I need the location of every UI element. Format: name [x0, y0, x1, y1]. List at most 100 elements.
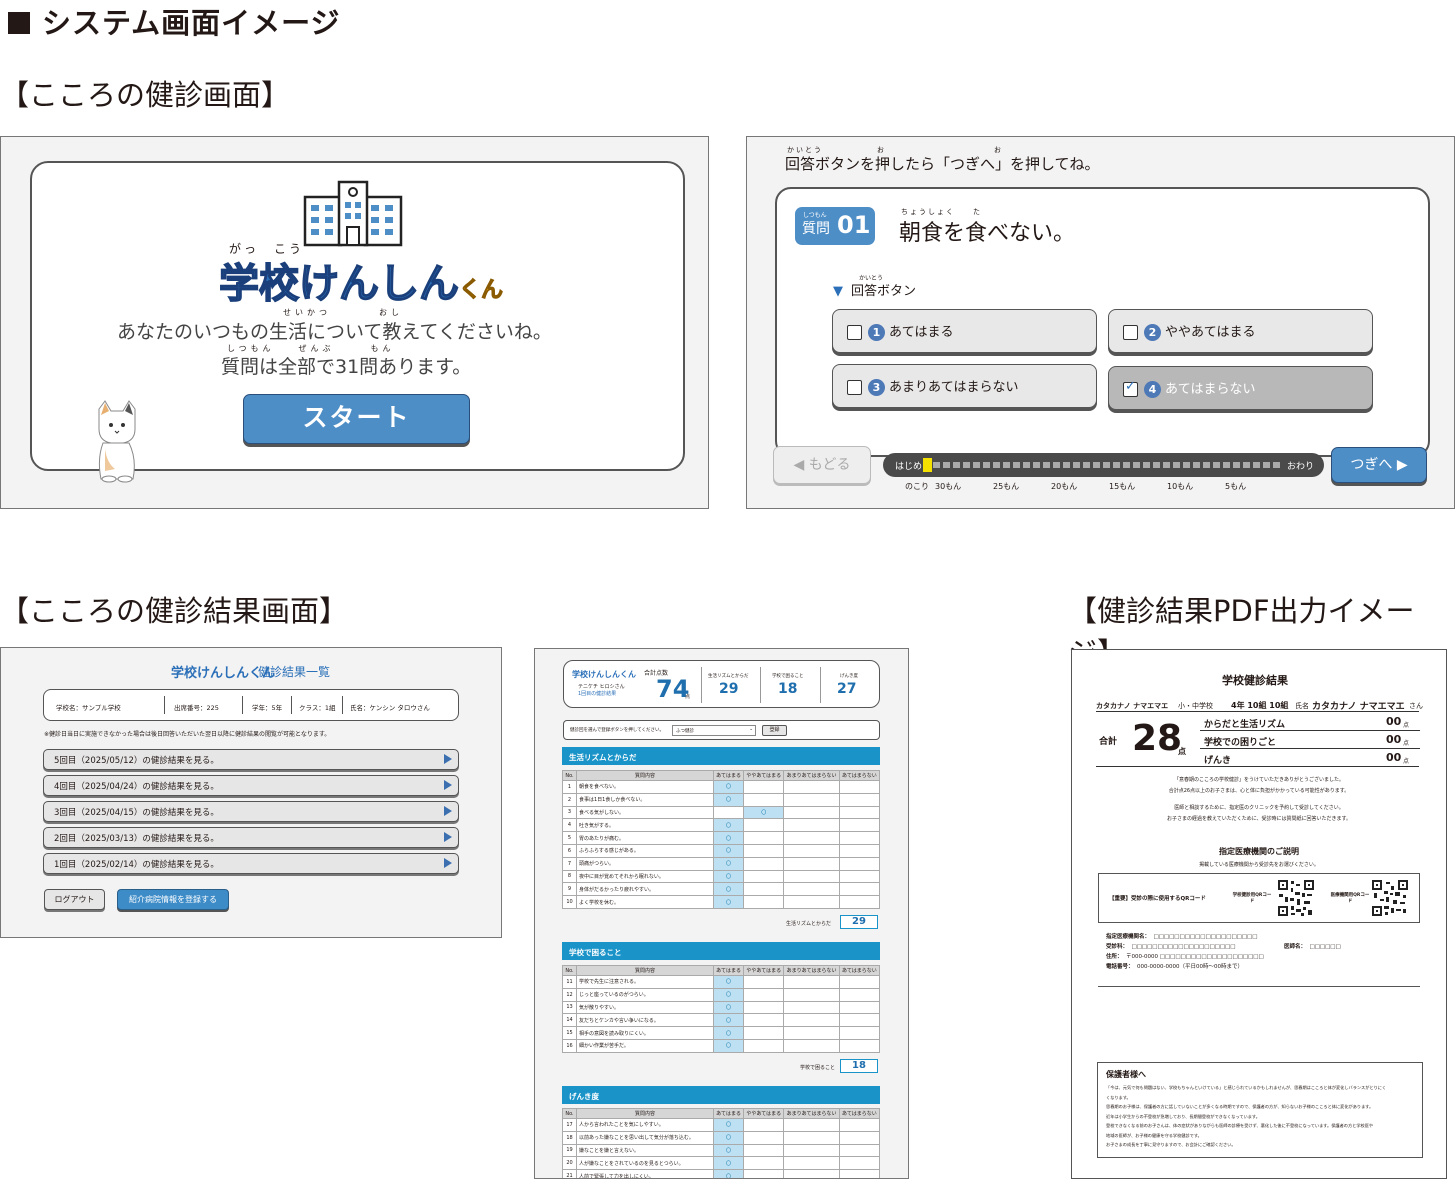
intro-line-2: 質問は全部で31問あります。 [221, 356, 472, 378]
answer-cell [783, 1156, 840, 1171]
answer-cell: 〇 [712, 1130, 745, 1145]
checkbox[interactable] [847, 380, 862, 395]
column-header: 質問内容 [576, 770, 714, 781]
question-text: 細かい作業が苦手だ。 [576, 1038, 714, 1053]
answer-cell [743, 831, 785, 845]
answer-cell: 〇 [712, 1143, 745, 1158]
result-row-2[interactable]: 2回目（2025/03/13）の健診結果を見る。 [43, 827, 459, 848]
question-text: 朝食を食べない。 [899, 221, 1076, 246]
answer-cell [838, 975, 881, 989]
column-header: あてはまらない [838, 770, 881, 781]
logout-button[interactable]: ログアウト [44, 889, 105, 910]
answer-cell [783, 1026, 840, 1040]
answer-cell [743, 975, 785, 989]
answer-cell [783, 1038, 840, 1053]
answer-cell [712, 805, 745, 820]
question-text: 人から言われたことを気にしやすい。 [576, 1118, 714, 1132]
answer-cell: 〇 [712, 1118, 745, 1132]
answer-cell [783, 818, 840, 833]
option-4[interactable]: ✓ 4 あてはまらない [1108, 366, 1373, 410]
result-note: ※健診日当日に実施できなかった場合は後日回答いただいた翌日以降に健診結果の閲覧が… [44, 731, 331, 738]
session-select-bar: 健診回を選んで登録ボタンを押してください。 ふつ健診 ⌄ 登録 [563, 720, 880, 740]
answer-cell [743, 987, 785, 1002]
checkbox-checked[interactable]: ✓ [1123, 379, 1138, 397]
option-3[interactable]: 3 あまりあてはまらない [832, 364, 1097, 408]
section-bar-1: 生活リズムとからだ [562, 747, 880, 765]
start-screen: がっ こう 学校けんしんくん せいかつ おし あなたのいつもの生活について教えて… [0, 136, 709, 509]
answer-cell: 〇 [712, 792, 745, 807]
answer-cell [838, 780, 881, 794]
answer-cell [838, 1013, 881, 1028]
tick-label: 15もん [1109, 482, 1136, 491]
question-text: 友だちとケンカや言い争いになる。 [576, 1013, 714, 1028]
table-row: 2 食事は1日1食しか食べない。〇 [562, 792, 881, 807]
pdf-guardian-box: 保護者様へ 「今は、元気で何も問題はない、学校もちゃんといけている」と感じられて… [1097, 1062, 1423, 1158]
question-number-badge: しつもん 質問 01 [795, 207, 875, 245]
back-button[interactable]: ◀ もどる [773, 446, 871, 484]
session-select[interactable]: ふつ健診 ⌄ [672, 725, 756, 736]
column-header: あてはまらない [838, 1108, 881, 1119]
table-header-row: No. 質問内容 あてはまる ややあてはまる あまりあてはまらない あてはまらない [562, 965, 881, 976]
result-row-3[interactable]: 3回目（2025/04/15）の健診結果を見る。 [43, 801, 459, 822]
tick-label: 5もん [1225, 482, 1247, 491]
app-logo: 学校けんしんくん [218, 260, 504, 308]
question-text: 夜中に目が覚めてそれから眠れない。 [576, 869, 714, 884]
row-number: 15 [562, 1026, 577, 1040]
question-text: 嫌なことを嫌と言えない。 [576, 1143, 714, 1158]
row-number: 17 [562, 1118, 577, 1132]
row-number: 13 [562, 1000, 577, 1015]
pdf-name-suffix: さん [1409, 702, 1423, 710]
column-header: No. [562, 770, 577, 781]
row-number: 21 [562, 1169, 577, 1178]
square-bullet-icon [8, 12, 30, 34]
pdf-qr-box: 【重要】受診の際に使用するQRコード 学校健診用QRコード 医療機関用QRコード [1098, 873, 1420, 923]
table-row: 14 友だちとケンカや言い争いになる。〇 [562, 1013, 881, 1028]
answer-cell: 〇 [712, 856, 745, 871]
pdf-total-unit: 点 [1178, 747, 1186, 756]
question-text: 相手の意図を読み取りにくい。 [576, 1026, 714, 1040]
column-header: ややあてはまる [743, 1108, 785, 1119]
answer-cell: 〇 [712, 895, 745, 909]
result-row-5[interactable]: 5回目（2025/05/12）の健診結果を見る。 [43, 749, 459, 770]
triangle-down-icon: ▼ [833, 284, 843, 299]
start-button[interactable]: スタート [243, 394, 470, 444]
pdf-row-value: 00 [1386, 751, 1402, 764]
school-building-icon [303, 180, 403, 247]
row-number: 9 [562, 882, 577, 897]
subtotal-value: 18 [840, 1059, 878, 1073]
pdf-kana-name: カタカナノ ナマエマエ [1096, 702, 1169, 710]
table-row: 7 頭痛がつらい。〇 [562, 856, 881, 871]
pdf-facility-sub: 掲載している医療機関から受診先をお選びください。 [1199, 862, 1319, 868]
result-table-3: No. 質問内容 あてはまる ややあてはまる あまりあてはまらない あてはまらない 17 人か… [562, 1108, 881, 1178]
table-row: 12 じっと座っているのがつらい。〇 [562, 987, 881, 1002]
option-1[interactable]: 1 あてはまる [832, 309, 1097, 353]
question-text: 人が嫌なことをされているのを見るとつらい。 [576, 1156, 714, 1171]
session-register-button[interactable]: 登録 [762, 725, 787, 736]
row-number: 12 [562, 987, 577, 1002]
checkbox[interactable] [847, 325, 862, 340]
register-hospital-button[interactable]: 紹介病院情報を登録する [117, 889, 229, 910]
section-title-kokoro: 【こころの健診画面】 [0, 78, 291, 112]
answer-cell [838, 1026, 881, 1040]
column-header: ややあてはまる [743, 965, 785, 976]
answer-cell [838, 831, 881, 845]
progress-bar: はじめ おわり [883, 453, 1324, 477]
next-button[interactable]: つぎへ ▶ [1331, 447, 1427, 483]
option-2[interactable]: 2 ややあてはまる [1108, 309, 1373, 353]
column-header: 質問内容 [576, 1108, 714, 1119]
answer-cell [743, 1013, 785, 1028]
table-row: 16 細かい作業が苦手だ。〇 [562, 1038, 881, 1053]
tick-label: 30もん [935, 482, 962, 491]
table-row: 20 人が嫌なことをされているのを見るとつらい。〇 [562, 1156, 881, 1171]
result-row-1[interactable]: 1回目（2025/02/14）の健診結果を見る。 [43, 853, 459, 874]
answer-cell [783, 895, 840, 909]
checkbox[interactable] [1123, 325, 1138, 340]
answer-cell [743, 843, 785, 858]
answer-cell [783, 831, 840, 845]
intro-line-1: あなたのいつもの生活について教えてくださいね。 [117, 321, 552, 343]
triangle-right-icon: ▶ [1392, 457, 1408, 473]
result-row-4[interactable]: 4回目（2025/04/24）の健診結果を見る。 [43, 775, 459, 796]
column-header: ややあてはまる [743, 770, 785, 781]
chevron-down-icon: ⌄ [749, 727, 753, 732]
answer-cell [743, 1130, 785, 1145]
